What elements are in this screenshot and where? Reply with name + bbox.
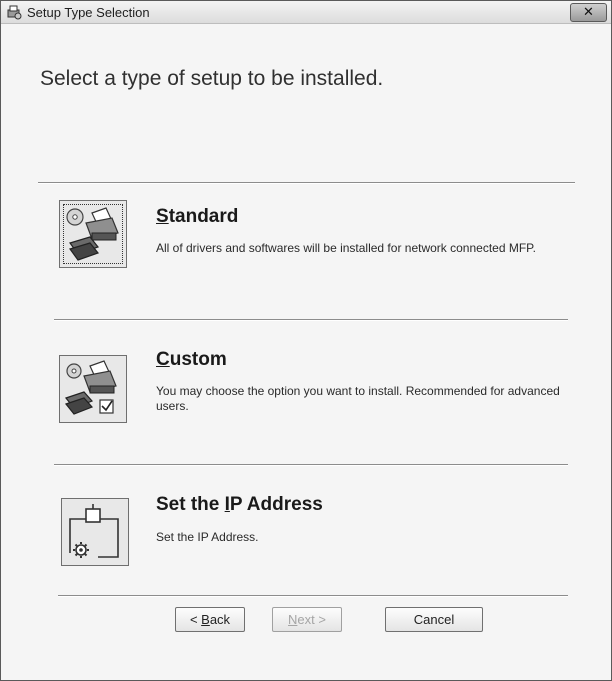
custom-mnemonic: C: [156, 349, 170, 370]
custom-option-title[interactable]: Custom: [156, 349, 227, 371]
window-title: Setup Type Selection: [27, 5, 150, 20]
divider-3: [58, 595, 568, 597]
custom-title-rest: ustom: [169, 349, 227, 370]
standard-option-title[interactable]: Standard: [156, 206, 238, 228]
divider-1: [54, 319, 568, 321]
setup-type-selection-dialog: Setup Type Selection ✕ Select a type of …: [0, 0, 612, 681]
printer-scanner-disc-icon: [66, 207, 119, 261]
back-rest: ack: [209, 612, 231, 627]
close-button[interactable]: ✕: [570, 3, 607, 22]
setup-app-icon: [7, 5, 22, 20]
standard-option-description: All of drivers and softwares will be ins…: [156, 241, 536, 255]
back-button[interactable]: < Back: [175, 607, 245, 632]
network-settings-icon: [69, 504, 119, 558]
standard-mnemonic: S: [156, 206, 169, 227]
back-mnemonic: B: [201, 612, 210, 627]
ip-address-option-title[interactable]: Set the IP Address: [156, 494, 323, 516]
cancel-button[interactable]: Cancel: [385, 607, 483, 632]
ip-address-option-description: Set the IP Address.: [156, 530, 259, 544]
standard-option-icon-button[interactable]: [59, 200, 127, 268]
top-divider: [38, 182, 575, 184]
back-prefix: <: [189, 612, 202, 627]
next-button[interactable]: Next >: [272, 607, 342, 632]
title-bar: Setup Type Selection ✕: [1, 1, 611, 24]
ip-title-before: Set the: [156, 494, 225, 515]
custom-option-description: You may choose the option you want to in…: [156, 384, 560, 413]
ip-address-option-icon-button[interactable]: [61, 498, 129, 566]
close-icon: ✕: [583, 4, 594, 19]
custom-option-icon-button[interactable]: [59, 355, 127, 423]
ip-title-rest: P Address: [229, 494, 323, 515]
next-rest: ext >: [297, 612, 326, 627]
page-heading: Select a type of setup to be installed.: [40, 67, 384, 90]
standard-title-rest: tandard: [168, 206, 239, 227]
divider-2: [54, 464, 568, 466]
next-mnemonic: N: [288, 612, 298, 627]
printer-scanner-checkbox-icon: [64, 360, 117, 415]
